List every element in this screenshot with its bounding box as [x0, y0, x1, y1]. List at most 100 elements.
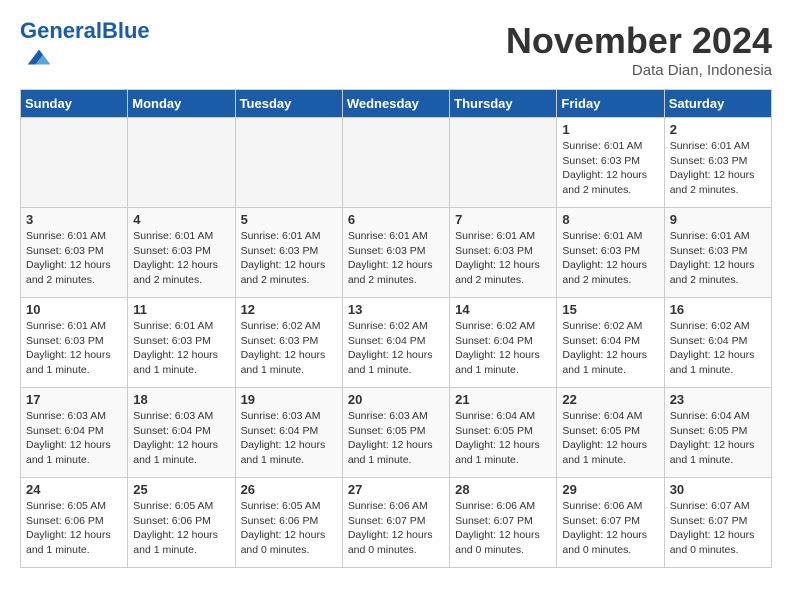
day-info: Sunrise: 6:01 AM Sunset: 6:03 PM Dayligh… [670, 139, 766, 198]
logo-text: GeneralBlue [20, 20, 150, 42]
day-info: Sunrise: 6:01 AM Sunset: 6:03 PM Dayligh… [562, 139, 658, 198]
day-number: 11 [133, 302, 229, 317]
calendar-cell [128, 118, 235, 208]
day-number: 18 [133, 392, 229, 407]
day-number: 8 [562, 212, 658, 227]
day-number: 7 [455, 212, 551, 227]
day-number: 16 [670, 302, 766, 317]
location: Data Dian, Indonesia [506, 62, 772, 79]
calendar-cell [450, 118, 557, 208]
day-info: Sunrise: 6:06 AM Sunset: 6:07 PM Dayligh… [562, 499, 658, 558]
day-number: 27 [348, 482, 444, 497]
calendar-cell [21, 118, 128, 208]
day-info: Sunrise: 6:01 AM Sunset: 6:03 PM Dayligh… [670, 229, 766, 288]
page-header: GeneralBlue November 2024 Data Dian, Ind… [20, 20, 772, 79]
weekday-header-friday: Friday [557, 90, 664, 118]
logo: GeneralBlue [20, 20, 150, 77]
day-info: Sunrise: 6:01 AM Sunset: 6:03 PM Dayligh… [455, 229, 551, 288]
calendar-cell: 28Sunrise: 6:06 AM Sunset: 6:07 PM Dayli… [450, 478, 557, 568]
day-info: Sunrise: 6:05 AM Sunset: 6:06 PM Dayligh… [26, 499, 122, 558]
calendar-cell: 29 Sunrise: 6:06 AM Sunset: 6:07 PM Dayli… [557, 478, 664, 568]
day-number: 14 [455, 302, 551, 317]
day-info: Sunrise: 6:02 AM Sunset: 6:03 PM Dayligh… [241, 319, 337, 378]
day-info: Sunrise: 6:02 AM Sunset: 6:04 PM Dayligh… [348, 319, 444, 378]
calendar-cell: 24 Sunrise: 6:05 AM Sunset: 6:06 PM Dayli… [21, 478, 128, 568]
calendar-cell: 30Sunrise: 6:07 AM Sunset: 6:07 PM Dayli… [664, 478, 771, 568]
day-info: Sunrise: 6:01 AM Sunset: 6:03 PM Dayligh… [348, 229, 444, 288]
logo-general: General [20, 18, 102, 43]
calendar-cell: 10Sunrise: 6:01 AM Sunset: 6:03 PM Dayli… [21, 298, 128, 388]
weekday-header-tuesday: Tuesday [235, 90, 342, 118]
calendar-table: SundayMondayTuesdayWednesdayThursdayFrid… [20, 89, 772, 568]
day-info: Sunrise: 6:04 AM Sunset: 6:05 PM Dayligh… [670, 409, 766, 468]
title-block: November 2024 Data Dian, Indonesia [506, 20, 772, 79]
calendar-cell: 9 Sunrise: 6:01 AM Sunset: 6:03 PM Daylig… [664, 208, 771, 298]
calendar-cell: 6 Sunrise: 6:01 AM Sunset: 6:03 PM Daylig… [342, 208, 449, 298]
calendar-cell: 13 Sunrise: 6:02 AM Sunset: 6:04 PM Dayli… [342, 298, 449, 388]
calendar-cell: 25 Sunrise: 6:05 AM Sunset: 6:06 PM Dayli… [128, 478, 235, 568]
weekday-header-sunday: Sunday [21, 90, 128, 118]
day-number: 24 [26, 482, 122, 497]
calendar-week-3: 10 Sunrise: 6:01 AM Sunset: 6:03 PM Dayli… [21, 298, 772, 388]
calendar-cell: 21Sunrise: 6:04 AM Sunset: 6:05 PM Dayli… [450, 388, 557, 478]
day-number: 25 [133, 482, 229, 497]
day-number: 13 [348, 302, 444, 317]
day-info: Sunrise: 6:01 AM Sunset: 6:03 PM Dayligh… [241, 229, 337, 288]
day-number: 12 [241, 302, 337, 317]
calendar-cell: 7 Sunrise: 6:01 AM Sunset: 6:03 PM Daylig… [450, 208, 557, 298]
calendar-cell: 23 Sunrise: 6:04 AM Sunset: 6:05 PM Dayli… [664, 388, 771, 478]
day-number: 30 [670, 482, 766, 497]
calendar-cell: 14 Sunrise: 6:02 AM Sunset: 6:04 PM Dayli… [450, 298, 557, 388]
day-number: 22 [562, 392, 658, 407]
day-info: Sunrise: 6:02 AM Sunset: 6:04 PM Dayligh… [455, 319, 551, 378]
calendar-cell: 12 Sunrise: 6:02 AM Sunset: 6:03 PM Dayli… [235, 298, 342, 388]
weekday-header-saturday: Saturday [664, 90, 771, 118]
calendar-cell: 17Sunrise: 6:03 AM Sunset: 6:04 PM Dayli… [21, 388, 128, 478]
day-number: 20 [348, 392, 444, 407]
day-info: Sunrise: 6:03 AM Sunset: 6:04 PM Dayligh… [26, 409, 122, 468]
calendar-cell: 3 Sunrise: 6:01 AM Sunset: 6:03 PM Daylig… [21, 208, 128, 298]
day-info: Sunrise: 6:01 AM Sunset: 6:03 PM Dayligh… [133, 229, 229, 288]
day-info: Sunrise: 6:03 AM Sunset: 6:05 PM Dayligh… [348, 409, 444, 468]
calendar-cell: 16 Sunrise: 6:02 AM Sunset: 6:04 PM Dayli… [664, 298, 771, 388]
calendar-cell: 5 Sunrise: 6:01 AM Sunset: 6:03 PM Daylig… [235, 208, 342, 298]
weekday-header-wednesday: Wednesday [342, 90, 449, 118]
day-number: 3 [26, 212, 122, 227]
weekday-header-row: SundayMondayTuesdayWednesdayThursdayFrid… [21, 90, 772, 118]
calendar-cell: 11 Sunrise: 6:01 AM Sunset: 6:03 PM Dayli… [128, 298, 235, 388]
day-number: 26 [241, 482, 337, 497]
day-info: Sunrise: 6:03 AM Sunset: 6:04 PM Dayligh… [241, 409, 337, 468]
day-number: 23 [670, 392, 766, 407]
day-number: 5 [241, 212, 337, 227]
calendar-cell: 27Sunrise: 6:06 AM Sunset: 6:07 PM Dayli… [342, 478, 449, 568]
calendar-week-1: 1 Sunrise: 6:01 AM Sunset: 6:03 PM Daylig… [21, 118, 772, 208]
day-info: Sunrise: 6:05 AM Sunset: 6:06 PM Dayligh… [241, 499, 337, 558]
calendar-cell: 15 Sunrise: 6:02 AM Sunset: 6:04 PM Dayli… [557, 298, 664, 388]
calendar-cell: 4Sunrise: 6:01 AM Sunset: 6:03 PM Daylig… [128, 208, 235, 298]
day-number: 15 [562, 302, 658, 317]
calendar-cell [342, 118, 449, 208]
day-number: 2 [670, 122, 766, 137]
calendar-cell: 18Sunrise: 6:03 AM Sunset: 6:04 PM Dayli… [128, 388, 235, 478]
day-info: Sunrise: 6:06 AM Sunset: 6:07 PM Dayligh… [455, 499, 551, 558]
calendar-cell [235, 118, 342, 208]
day-info: Sunrise: 6:02 AM Sunset: 6:04 PM Dayligh… [670, 319, 766, 378]
calendar-cell: 1 Sunrise: 6:01 AM Sunset: 6:03 PM Daylig… [557, 118, 664, 208]
day-number: 6 [348, 212, 444, 227]
logo-icon [24, 42, 54, 72]
day-info: Sunrise: 6:01 AM Sunset: 6:03 PM Dayligh… [562, 229, 658, 288]
day-info: Sunrise: 6:05 AM Sunset: 6:06 PM Dayligh… [133, 499, 229, 558]
day-info: Sunrise: 6:01 AM Sunset: 6:03 PM Dayligh… [133, 319, 229, 378]
calendar-cell: 20 Sunrise: 6:03 AM Sunset: 6:05 PM Dayli… [342, 388, 449, 478]
day-info: Sunrise: 6:02 AM Sunset: 6:04 PM Dayligh… [562, 319, 658, 378]
day-info: Sunrise: 6:04 AM Sunset: 6:05 PM Dayligh… [562, 409, 658, 468]
calendar-cell: 19Sunrise: 6:03 AM Sunset: 6:04 PM Dayli… [235, 388, 342, 478]
calendar-week-5: 24 Sunrise: 6:05 AM Sunset: 6:06 PM Dayli… [21, 478, 772, 568]
day-number: 1 [562, 122, 658, 137]
day-number: 9 [670, 212, 766, 227]
day-info: Sunrise: 6:01 AM Sunset: 6:03 PM Dayligh… [26, 229, 122, 288]
weekday-header-thursday: Thursday [450, 90, 557, 118]
day-number: 29 [562, 482, 658, 497]
day-info: Sunrise: 6:04 AM Sunset: 6:05 PM Dayligh… [455, 409, 551, 468]
day-number: 10 [26, 302, 122, 317]
